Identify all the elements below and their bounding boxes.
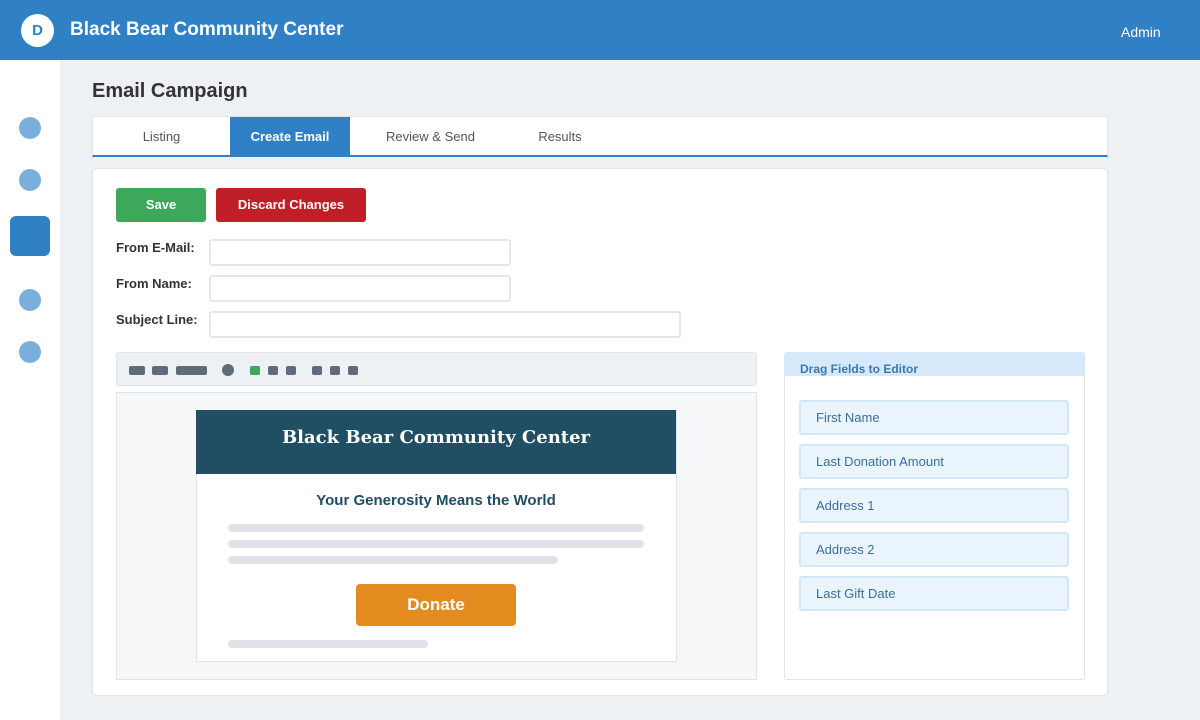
toolbar-button-4[interactable] — [286, 366, 296, 375]
tab-results[interactable]: Results — [513, 117, 607, 156]
merge-field-last-gift-date[interactable]: Last Gift Date — [799, 576, 1069, 611]
subject-line-input[interactable] — [209, 311, 681, 338]
org-title: Black Bear Community Center — [70, 19, 344, 40]
toolbar-button-2[interactable] — [152, 366, 168, 375]
from-email-label: From E-Mail: — [116, 240, 195, 255]
email-heading[interactable]: Your Generosity Means the World — [196, 492, 676, 509]
from-name-label: From Name: — [116, 276, 192, 291]
tab-listing[interactable]: Listing — [93, 117, 230, 156]
toolbar-button-3[interactable] — [268, 366, 278, 375]
email-footer-text-line — [228, 640, 428, 648]
from-name-input[interactable] — [209, 275, 511, 302]
sidebar-nav-item-1[interactable] — [19, 117, 41, 139]
toolbar-button-green[interactable] — [250, 366, 260, 375]
subject-line-label: Subject Line: — [116, 312, 198, 327]
sidebar-nav-item-5[interactable] — [19, 341, 41, 363]
tab-review-send[interactable]: Review & Send — [368, 117, 493, 156]
merge-field-address-1[interactable]: Address 1 — [799, 488, 1069, 523]
tab-bar: Listing Create Email Review & Send Resul… — [92, 116, 1108, 157]
toolbar-button-6[interactable] — [330, 366, 340, 375]
org-logo[interactable]: D — [21, 14, 54, 47]
toolbar-button-1[interactable] — [129, 366, 145, 375]
email-body-text-line — [228, 540, 644, 548]
page-title: Email Campaign — [92, 80, 248, 102]
toolbar-format-dropdown[interactable] — [176, 366, 207, 375]
toolbar-color-icon[interactable] — [222, 364, 234, 376]
sidebar-nav-item-active[interactable] — [10, 216, 50, 256]
merge-field-last-donation-amount[interactable]: Last Donation Amount — [799, 444, 1069, 479]
toolbar-button-7[interactable] — [348, 366, 358, 375]
tab-create-email[interactable]: Create Email — [230, 117, 350, 156]
admin-menu[interactable]: Admin — [1121, 24, 1161, 40]
editor-toolbar — [116, 352, 757, 386]
discard-changes-button[interactable]: Discard Changes — [216, 188, 366, 222]
merge-field-address-2[interactable]: Address 2 — [799, 532, 1069, 567]
email-header-banner[interactable]: Black Bear Community Center — [196, 410, 676, 474]
merge-field-first-name[interactable]: First Name — [799, 400, 1069, 435]
save-button[interactable]: Save — [116, 188, 206, 222]
donate-button[interactable]: Donate — [356, 584, 516, 626]
email-body-text-line — [228, 556, 558, 564]
from-email-input[interactable] — [209, 239, 511, 266]
sidebar-nav-item-2[interactable] — [19, 169, 41, 191]
sidebar-nav-item-4[interactable] — [19, 289, 41, 311]
merge-fields-title: Drag Fields to Editor — [800, 362, 919, 376]
email-body-text-line — [228, 524, 644, 532]
sidebar — [0, 60, 60, 720]
toolbar-button-5[interactable] — [312, 366, 322, 375]
